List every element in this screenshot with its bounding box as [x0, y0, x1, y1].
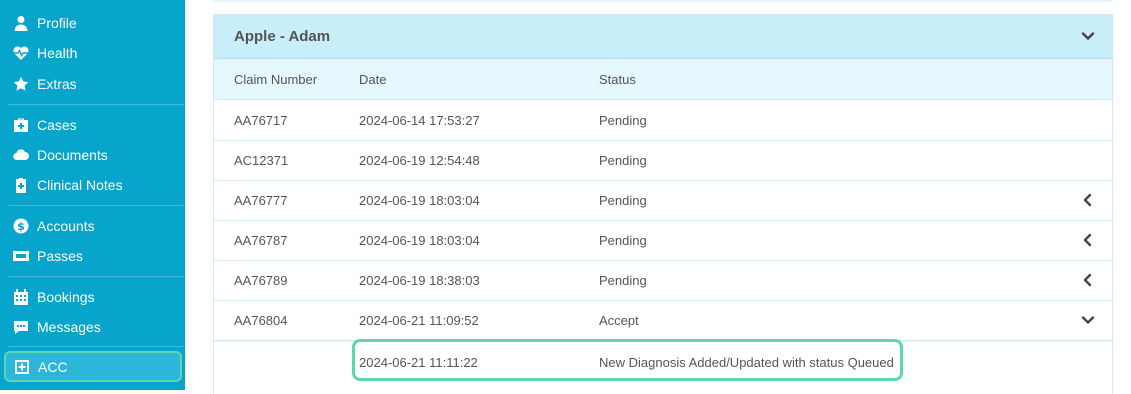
sidebar-divider: [8, 346, 184, 347]
sidebar: Profile Health Extras Cases Documents Cl…: [0, 0, 185, 390]
sidebar-divider: [8, 276, 184, 277]
sidebar-divider: [8, 205, 184, 206]
claim-date: 2024-06-19 12:54:48: [359, 153, 480, 168]
column-header-claim-number: Claim Number: [234, 72, 318, 87]
medical-briefcase-icon: [12, 116, 30, 134]
sidebar-item-passes[interactable]: Passes: [12, 245, 83, 267]
claim-date: 2024-06-19 18:03:04: [359, 233, 480, 248]
claim-status: Pending: [599, 273, 647, 288]
table-row[interactable]: AA76789 2024-06-19 18:38:03 Pending: [214, 260, 1112, 301]
claim-number: AA76789: [234, 273, 288, 288]
sidebar-item-clinical-notes[interactable]: Clinical Notes: [12, 174, 123, 196]
dollar-circle-icon: $: [12, 217, 30, 235]
sidebar-item-label: Clinical Notes: [37, 177, 123, 193]
chevron-down-icon[interactable]: [1080, 28, 1096, 44]
sidebar-item-label: Documents: [37, 147, 108, 163]
cloud-icon: [12, 146, 30, 164]
plus-square-icon: [13, 358, 31, 376]
chat-icon: [12, 318, 30, 336]
sidebar-item-acc[interactable]: ACC: [13, 356, 68, 378]
claim-status: Pending: [599, 233, 647, 248]
claim-number: AC12371: [234, 153, 289, 168]
sidebar-item-label: Accounts: [37, 218, 95, 234]
claim-date: 2024-06-19 18:38:03: [359, 273, 480, 288]
claim-date: 2024-06-19 18:03:04: [359, 193, 480, 208]
chevron-left-icon[interactable]: [1080, 272, 1096, 288]
sidebar-item-accounts[interactable]: $ Accounts: [12, 215, 95, 237]
column-header-status: Status: [599, 72, 636, 87]
sidebar-item-health[interactable]: Health: [12, 42, 77, 64]
panel-header[interactable]: Apple - Adam: [214, 15, 1112, 59]
ticket-icon: [12, 247, 30, 265]
column-header-date: Date: [359, 72, 387, 87]
sidebar-item-label: Extras: [37, 76, 77, 92]
table-row[interactable]: AA76787 2024-06-19 18:03:04 Pending: [214, 220, 1112, 261]
sidebar-item-documents[interactable]: Documents: [12, 144, 108, 166]
star-icon: [12, 75, 30, 93]
top-divider: [213, 0, 1113, 2]
sidebar-item-label: Profile: [37, 15, 77, 31]
claim-number: AA76777: [234, 193, 288, 208]
sidebar-divider: [8, 104, 184, 105]
claim-number: AA76787: [234, 233, 288, 248]
claim-status: Accept: [599, 313, 639, 328]
table-row[interactable]: AA76777 2024-06-19 18:03:04 Pending: [214, 180, 1112, 221]
chevron-left-icon[interactable]: [1080, 232, 1096, 248]
sidebar-item-label: Messages: [37, 319, 101, 335]
sidebar-item-extras[interactable]: Extras: [12, 73, 77, 95]
heartbeat-icon: [12, 44, 30, 62]
table-row[interactable]: AA76804 2024-06-21 11:09:52 Accept: [214, 300, 1112, 341]
claim-number: AA76804: [234, 313, 288, 328]
chevron-down-icon[interactable]: [1080, 312, 1096, 328]
table-header: Claim Number Date Status: [214, 59, 1112, 100]
sidebar-item-messages[interactable]: Messages: [12, 316, 101, 338]
claim-status: Pending: [599, 153, 647, 168]
table-row[interactable]: AA76717 2024-06-14 17:53:27 Pending: [214, 100, 1112, 141]
sidebar-item-acc-highlight: ACC: [4, 351, 182, 382]
claim-status: Pending: [599, 113, 647, 128]
sidebar-item-label: Passes: [37, 248, 83, 264]
claims-panel: Apple - Adam Claim Number Date Status AA…: [213, 14, 1113, 394]
sidebar-item-profile[interactable]: Profile: [12, 12, 77, 34]
chevron-left-icon[interactable]: [1080, 192, 1096, 208]
calendar-icon: [12, 288, 30, 306]
sidebar-item-label: Bookings: [37, 289, 95, 305]
claim-date: 2024-06-14 17:53:27: [359, 113, 480, 128]
sidebar-item-bookings[interactable]: Bookings: [12, 286, 95, 308]
table-row[interactable]: AC12371 2024-06-19 12:54:48 Pending: [214, 140, 1112, 181]
sidebar-item-label: Cases: [37, 117, 77, 133]
sidebar-item-label: ACC: [38, 359, 68, 375]
clipboard-plus-icon: [12, 176, 30, 194]
svg-text:$: $: [17, 220, 25, 233]
claim-date: 2024-06-21 11:09:52: [359, 313, 479, 328]
detail-highlight: [352, 339, 903, 381]
user-icon: [12, 14, 30, 32]
sidebar-item-label: Health: [37, 45, 78, 61]
claim-number: AA76717: [234, 113, 288, 128]
claim-status: Pending: [599, 193, 647, 208]
panel-title: Apple - Adam: [234, 28, 331, 45]
sidebar-item-cases[interactable]: Cases: [12, 114, 77, 136]
